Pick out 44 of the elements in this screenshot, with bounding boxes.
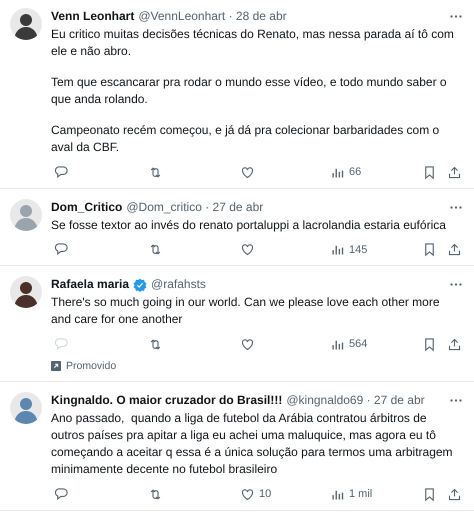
heart-icon[interactable]: [240, 164, 255, 180]
reply-icon[interactable]: [54, 487, 69, 502]
retweet-icon[interactable]: [148, 336, 163, 352]
share-icon[interactable]: [447, 164, 462, 180]
heart-icon[interactable]: [240, 487, 255, 502]
more-icon[interactable]: [450, 15, 462, 18]
handle-and-date[interactable]: @rafahsts: [151, 276, 206, 293]
author-name[interactable]: Venn Leonhart: [51, 8, 134, 25]
more-icon[interactable]: [450, 206, 462, 208]
retweet-icon[interactable]: [148, 242, 163, 258]
share-icon[interactable]: [447, 336, 462, 352]
count: 1 mil: [349, 487, 372, 502]
tweet-text: Ano passado, quando a liga de futebol da Arábia contratou árbitros de outros países pra apitar a liga eu achei uma maluquice, mas agora eu tô começando a aceitar q essa é a única solução para termos uma arbitragem minimamente decente no futebol brasileiro: [51, 410, 454, 478]
tweet-text: Eu critico muitas decisões técnicas do Renato, mas nessa parada aí tô com ele e não abro.: [51, 26, 455, 60]
tweet-text: Tem que escancarar pra rodar o mundo esse vídeo, e todo mundo saber o que anda rolando.: [51, 74, 448, 108]
tweet-text: Campeonato recém começou, e já dá pra colecionar barbaridades com o aval da CBF.: [51, 122, 440, 156]
bookmark-icon[interactable]: [422, 487, 437, 502]
count: 66: [349, 165, 362, 180]
author-name[interactable]: Kingnaldo. O maior cruzador do Brasil!!!: [51, 392, 282, 410]
author-name[interactable]: Rafaela maria: [51, 276, 130, 293]
more-icon[interactable]: [450, 399, 462, 402]
heart-icon[interactable]: [240, 336, 255, 352]
bookmark-icon[interactable]: [422, 164, 437, 180]
promoted-label: Promovido: [66, 358, 116, 374]
reply-icon[interactable]: [54, 242, 69, 258]
heart-icon[interactable]: [240, 242, 255, 258]
reply-icon[interactable]: [54, 164, 69, 180]
retweet-icon[interactable]: [148, 487, 163, 502]
share-icon[interactable]: [447, 487, 462, 502]
author-name[interactable]: Dom_Critico: [51, 198, 122, 216]
share-icon[interactable]: [447, 242, 462, 258]
handle-and-date[interactable]: @kingnaldo69 · 27 de abr: [286, 392, 425, 410]
handle-and-date[interactable]: @VennLeonhart · 28 de abr: [138, 8, 287, 25]
more-icon[interactable]: [450, 283, 462, 286]
count: 564: [349, 337, 368, 352]
bookmark-icon[interactable]: [422, 242, 437, 258]
bookmark-icon[interactable]: [422, 336, 437, 352]
tweet-text: Se fosse textor ao invés do renato portaluppi a lacrolandia estaria eufórica: [51, 216, 447, 234]
count: 10: [259, 487, 272, 502]
promoted-icon: [51, 361, 61, 372]
retweet-icon[interactable]: [148, 164, 163, 180]
tweet-text: There's so much going in our world. Can we please love each other more and care for one another: [51, 294, 440, 328]
count: 145: [349, 242, 368, 258]
handle-and-date[interactable]: @Dom_critico · 27 de abr: [126, 198, 264, 216]
